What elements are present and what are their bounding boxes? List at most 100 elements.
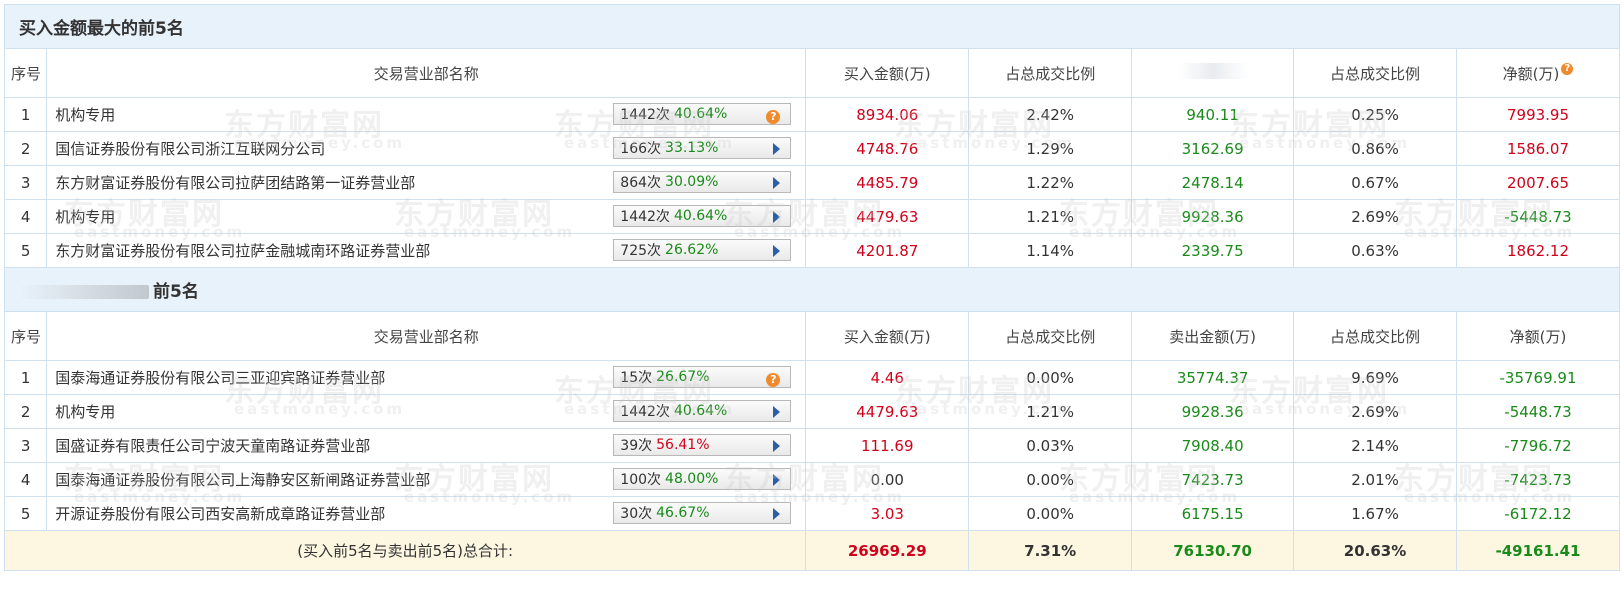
column-header: 占总成交比例 <box>1293 48 1458 98</box>
play-icon[interactable] <box>773 473 781 490</box>
help-icon-glyph: ? <box>766 110 781 124</box>
broker-cell: 机构专用 1442次 40.64%? <box>46 97 807 132</box>
help-icon[interactable]: ? <box>1561 62 1574 75</box>
sell-ratio: 2.69% <box>1293 394 1458 429</box>
buy-amount: 4479.63 <box>805 199 970 234</box>
broker-name[interactable]: 机构专用 <box>55 208 115 226</box>
table-row: 4 国泰海通证券股份有限公司上海静安区新闸路证券营业部 100次 48.00% 0.00… <box>3 462 1620 497</box>
play-icon[interactable] <box>773 405 781 422</box>
broker-cell: 国盛证券有限责任公司宁波天童南路证券营业部 39次 56.41% <box>46 428 807 463</box>
section-title-text: 买入金额最大的前5名 <box>19 19 184 39</box>
broker-name[interactable]: 国泰海通证券股份有限公司三亚迎宾路证券营业部 <box>55 369 385 387</box>
column-header-label: 序号 <box>11 327 42 346</box>
net-amount: -7796.72 <box>1456 428 1620 463</box>
net-amount: -35769.91 <box>1456 360 1620 395</box>
summary-net: -49161.41 <box>1456 530 1620 571</box>
table-row: 3 国盛证券有限责任公司宁波天童南路证券营业部 39次 56.41% 111.69 0.0… <box>3 428 1620 463</box>
buy-ratio: 2.42% <box>968 97 1133 132</box>
buy-amount: 4201.87 <box>805 233 970 268</box>
table-row: 1 国泰海通证券股份有限公司三亚迎宾路证券营业部 15次 26.67%? 4.46 0.0… <box>3 360 1620 395</box>
column-header-label: 序号 <box>11 64 42 83</box>
help-icon[interactable]: ? <box>766 371 781 387</box>
broker-stats-tag[interactable]: 725次 26.62% <box>613 239 792 261</box>
column-header <box>1131 48 1295 98</box>
column-header: 净额(万) <box>1456 311 1620 361</box>
row-index: 5 <box>3 233 48 268</box>
table-row: 3 东方财富证券股份有限公司拉萨团结路第一证券营业部 864次 30.09% 4485.… <box>3 165 1620 200</box>
broker-stats-tag[interactable]: 100次 48.00% <box>613 468 792 490</box>
broker-name[interactable]: 机构专用 <box>55 106 115 124</box>
win-rate: 33.13% <box>665 140 719 156</box>
list-count: 166次 <box>620 141 662 157</box>
list-count: 100次 <box>620 472 662 488</box>
broker-stats-tag[interactable]: 1442次 40.64%? <box>613 103 792 125</box>
broker-name[interactable]: 东方财富证券股份有限公司拉萨金融城南环路证券营业部 <box>55 242 430 260</box>
broker-stats-tag[interactable]: 166次 33.13% <box>613 137 792 159</box>
broker-name[interactable]: 机构专用 <box>55 403 115 421</box>
buy-amount: 0.00 <box>805 462 970 497</box>
sell-ratio: 1.67% <box>1293 496 1458 531</box>
play-icon[interactable] <box>773 439 781 456</box>
row-index: 4 <box>3 199 48 234</box>
win-rate: 40.64% <box>673 403 728 419</box>
broker-stats-tag[interactable]: 30次 46.67% <box>613 502 792 524</box>
broker-name[interactable]: 国泰海通证券股份有限公司上海静安区新闸路证券营业部 <box>55 471 430 489</box>
list-count: 1442次 <box>620 107 670 123</box>
broker-cell: 开源证券股份有限公司西安高新成章路证券营业部 30次 46.67% <box>46 496 807 531</box>
column-header: 序号 <box>3 48 48 98</box>
buy-amount: 4485.79 <box>805 165 970 200</box>
sell-ratio: 2.69% <box>1293 199 1458 234</box>
column-header: 占总成交比例 <box>968 48 1133 98</box>
summary-buy: 26969.29 <box>805 530 970 571</box>
column-header-label: 卖出金额(万) <box>1169 327 1256 346</box>
sell-amount: 9928.36 <box>1131 394 1295 429</box>
trading-table: 买入金额最大的前5名 序号 交易营业部名称 买入金额(万) 占总成交比例 占总成交比例 净额… <box>3 4 1620 571</box>
broker-stats-tag[interactable]: 15次 26.67%? <box>613 366 792 388</box>
help-icon-glyph: ? <box>766 373 781 387</box>
broker-name[interactable]: 开源证券股份有限公司西安高新成章路证券营业部 <box>55 505 385 523</box>
buy-ratio: 1.22% <box>968 165 1133 200</box>
table-row: 5 东方财富证券股份有限公司拉萨金融城南环路证券营业部 725次 26.62% 4201… <box>3 233 1620 268</box>
broker-name[interactable]: 国盛证券有限责任公司宁波天童南路证券营业部 <box>55 437 370 455</box>
row-index: 4 <box>3 462 48 497</box>
win-rate: 40.64% <box>673 208 728 224</box>
sell-amount: 3162.69 <box>1131 131 1295 166</box>
column-header: 交易营业部名称 <box>46 311 807 361</box>
play-icon[interactable] <box>773 142 781 159</box>
table-row: 1 机构专用 1442次 40.64%? 8934.06 2.42% 940.11 0.25%… <box>3 97 1620 132</box>
play-icon-glyph <box>773 211 781 223</box>
help-icon[interactable]: ? <box>766 108 781 124</box>
row-index: 3 <box>3 165 48 200</box>
buy-amount: 4479.63 <box>805 394 970 429</box>
play-icon-glyph <box>773 406 781 418</box>
column-header: 买入金额(万) <box>805 311 970 361</box>
buy-ratio: 0.03% <box>968 428 1133 463</box>
column-header-label: 净额(万) <box>1502 64 1560 83</box>
column-header-label: 买入金额(万) <box>843 327 931 346</box>
net-amount: 1862.12 <box>1456 233 1620 268</box>
play-icon[interactable] <box>773 507 781 524</box>
column-header: 占总成交比例 <box>1293 311 1458 361</box>
dragon-tiger-list: 买入金额最大的前5名 序号 交易营业部名称 买入金额(万) 占总成交比例 占总成交比例 净额… <box>3 4 1620 571</box>
section-title-text: 前5名 <box>153 282 199 302</box>
broker-cell: 东方财富证券股份有限公司拉萨金融城南环路证券营业部 725次 26.62% <box>46 233 807 268</box>
net-amount: -6172.12 <box>1456 496 1620 531</box>
list-count: 1442次 <box>620 404 670 420</box>
broker-stats-tag[interactable]: 1442次 40.64% <box>613 205 792 227</box>
buy-ratio: 0.00% <box>968 360 1133 395</box>
broker-stats-tag[interactable]: 39次 56.41% <box>613 434 792 456</box>
play-icon[interactable] <box>773 210 781 227</box>
section-title: 前5名 <box>4 267 1620 312</box>
column-header-label: 占总成交比例 <box>1005 327 1096 346</box>
column-header: 占总成交比例 <box>968 311 1133 361</box>
broker-stats-tag[interactable]: 864次 30.09% <box>613 171 792 193</box>
summary-row: (买入前5名与卖出前5名)总合计: 26969.29 7.31% 76130.7… <box>3 530 1620 571</box>
play-icon[interactable] <box>773 176 781 193</box>
play-icon[interactable] <box>773 244 781 261</box>
buy-amount: 3.03 <box>805 496 970 531</box>
header-row: 序号 交易营业部名称 买入金额(万) 占总成交比例 卖出金额(万) 占总成交比例 净额(万) <box>3 311 1620 361</box>
broker-stats-tag[interactable]: 1442次 40.64% <box>613 400 792 422</box>
broker-name[interactable]: 东方财富证券股份有限公司拉萨团结路第一证券营业部 <box>55 174 415 192</box>
sell-amount: 6175.15 <box>1131 496 1295 531</box>
broker-name[interactable]: 国信证券股份有限公司浙江互联网分公司 <box>55 140 325 158</box>
